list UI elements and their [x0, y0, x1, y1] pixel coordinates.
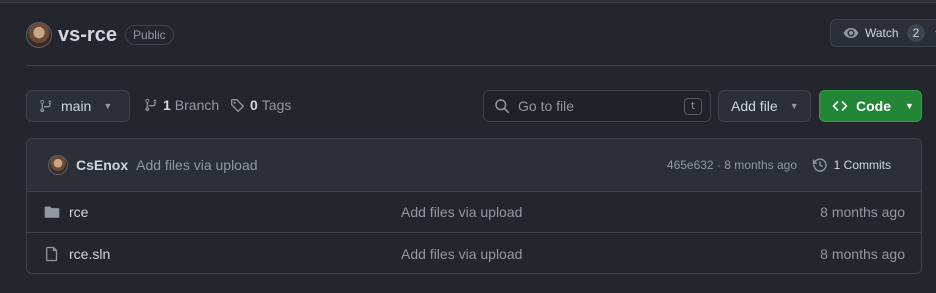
chevron-down-icon: ▼: [789, 101, 799, 111]
branches-link[interactable]: 1 Branch: [144, 97, 219, 113]
branch-select-button[interactable]: main ▼: [26, 90, 130, 122]
table-row[interactable]: rce.sln Add files via upload 8 months ag…: [27, 233, 921, 273]
branch-name: main: [61, 98, 92, 114]
search-icon: [494, 98, 510, 114]
tag-label: Tags: [261, 97, 292, 113]
add-file-button[interactable]: Add file ▼: [718, 90, 811, 122]
branch-label: Branch: [174, 97, 220, 113]
code-icon: [832, 98, 848, 114]
visibility-badge: Public: [124, 25, 174, 45]
watch-button[interactable]: Watch 2 ▼: [830, 19, 936, 47]
owner-avatar[interactable]: [26, 22, 52, 48]
code-button[interactable]: Code ▼: [819, 90, 922, 122]
watch-label: Watch: [865, 26, 899, 40]
search-input[interactable]: [518, 98, 668, 114]
keyboard-shortcut-hint: t: [684, 98, 702, 115]
file-browser: CsEnox Add files via upload 465e632 · 8 …: [26, 138, 922, 274]
file-icon: [44, 246, 60, 262]
tag-icon: [230, 98, 245, 113]
history-icon: [812, 157, 828, 173]
tags-link[interactable]: 0 Tags: [230, 97, 291, 113]
latest-commit-bar: CsEnox Add files via upload 465e632 · 8 …: [27, 139, 921, 192]
go-to-file-search[interactable]: t: [483, 90, 711, 122]
commits-link[interactable]: 1 Commits: [812, 157, 891, 173]
commit-hash-time[interactable]: 465e632 · 8 months ago: [667, 158, 797, 172]
commits-label: 1 Commits: [833, 158, 891, 172]
file-name[interactable]: rce.sln: [69, 246, 110, 262]
repo-name[interactable]: vs-rce: [58, 24, 117, 47]
git-branch-icon: [144, 98, 158, 112]
author-avatar[interactable]: [48, 155, 68, 175]
tag-count: 0: [250, 97, 258, 113]
chevron-down-icon: ▼: [103, 101, 113, 111]
file-commit-message[interactable]: Add files via upload: [401, 246, 522, 262]
top-border: [0, 0, 936, 3]
chevron-down-icon: ▼: [905, 101, 914, 111]
commit-author[interactable]: CsEnox: [76, 157, 128, 173]
branch-count: 1: [163, 97, 171, 113]
file-date: 8 months ago: [820, 204, 905, 220]
table-row[interactable]: rce Add files via upload 8 months ago: [27, 192, 921, 233]
commit-message[interactable]: Add files via upload: [136, 157, 257, 173]
repo-header: vs-rce Public: [26, 20, 174, 50]
eye-icon: [843, 25, 859, 41]
folder-icon: [44, 204, 60, 220]
git-branch-icon: [39, 99, 53, 113]
file-date: 8 months ago: [820, 245, 905, 262]
file-commit-message[interactable]: Add files via upload: [401, 204, 522, 220]
header-divider: [26, 65, 936, 66]
add-file-label: Add file: [731, 98, 778, 114]
code-label: Code: [856, 98, 891, 114]
file-name[interactable]: rce: [69, 204, 88, 220]
watch-count: 2: [906, 24, 926, 42]
